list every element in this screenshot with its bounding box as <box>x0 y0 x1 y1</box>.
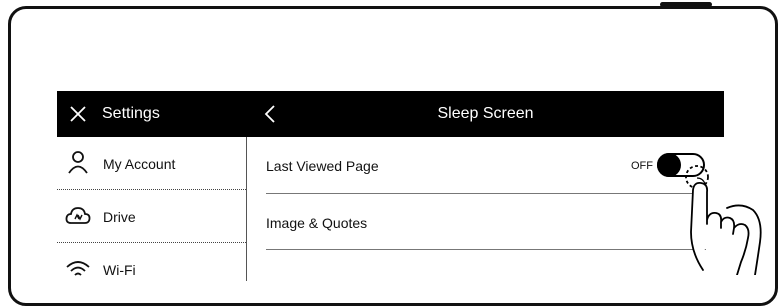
toggle-state-text: OFF <box>631 160 653 172</box>
row-divider <box>266 249 706 250</box>
header-left: Settings <box>57 91 247 137</box>
person-icon <box>68 151 88 174</box>
header-bar: Settings Sleep Screen <box>57 91 724 137</box>
tap-gesture-hand-icon <box>685 165 762 275</box>
sidebar-item-drive[interactable]: Drive <box>57 190 246 242</box>
device-power-button <box>660 2 712 7</box>
close-icon[interactable] <box>69 105 87 123</box>
sidebar-item-my-account[interactable]: My Account <box>57 137 246 189</box>
page-title: Sleep Screen <box>437 105 534 122</box>
settings-title: Settings <box>102 105 160 122</box>
wifi-icon <box>66 261 90 276</box>
setting-label: Last Viewed Page <box>266 158 379 174</box>
content-panel: Last Viewed Page OFF Image & Quotes <box>247 137 724 281</box>
sidebar-item-label: My Account <box>103 156 176 172</box>
sidebar: My Account Drive Wi-Fi <box>57 137 247 281</box>
cloud-sync-icon <box>65 207 91 224</box>
settings-screen: Settings Sleep Screen My Account Drive W… <box>57 91 724 281</box>
sidebar-item-label: Drive <box>103 209 136 225</box>
setting-row-last-viewed-page: Last Viewed Page OFF <box>247 137 724 193</box>
sidebar-item-wifi[interactable]: Wi-Fi <box>57 243 246 281</box>
setting-label: Image & Quotes <box>266 215 368 231</box>
setting-row-image-quotes[interactable]: Image & Quotes <box>247 194 724 250</box>
sidebar-item-label: Wi-Fi <box>103 262 136 278</box>
